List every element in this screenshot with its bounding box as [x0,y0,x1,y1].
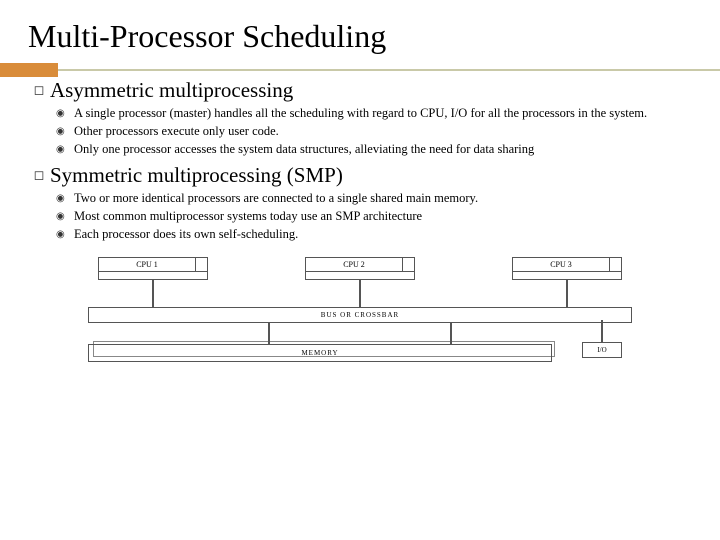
connector-line [450,323,452,345]
item-text: Only one processor accesses the system d… [74,141,534,157]
slide: Multi-Processor Scheduling ◻ Asymmetric … [0,0,720,362]
cpu-block: CPU 3 [512,257,622,308]
bus-connectors [88,323,632,345]
cpu-label: CPU 1 [98,257,196,272]
cpu-label: CPU 3 [512,257,610,272]
item-text: Most common multiprocessor systems today… [74,208,422,224]
sub-list: ◉ Two or more identical processors are c… [56,190,692,243]
bus-label: BUS OR CROSSBAR [88,307,632,323]
memory-row: MEMORY I/O [88,344,632,362]
item-text: Two or more identical processors are con… [74,190,478,206]
connector-line [601,320,603,342]
target-bullet-icon: ◉ [56,105,74,122]
list-item: ◉ Most common multiprocessor systems tod… [56,208,692,225]
cpu-side [610,257,622,272]
slide-title: Multi-Processor Scheduling [28,18,692,55]
cpu-side [403,257,415,272]
connector-line [152,280,154,308]
connector-line [359,280,361,308]
connector-line [268,323,270,345]
target-bullet-icon: ◉ [56,208,74,225]
connector-line [566,280,568,308]
list-item: ◉ Other processors execute only user cod… [56,123,692,140]
cpu-label: CPU 2 [305,257,403,272]
accent-bar [28,63,692,77]
item-text: A single processor (master) handles all … [74,105,647,121]
cpu-cache [98,272,208,280]
target-bullet-icon: ◉ [56,123,74,140]
section-heading: ◻ Asymmetric multiprocessing [28,77,692,103]
content: ◻ Asymmetric multiprocessing ◉ A single … [28,77,692,362]
heading-text: Asymmetric multiprocessing [50,77,293,103]
square-bullet-icon: ◻ [28,77,50,103]
heading-text: Symmetric multiprocessing (SMP) [50,162,343,188]
io-label: I/O [582,342,622,358]
cpu-cache [512,272,622,280]
target-bullet-icon: ◉ [56,226,74,243]
cpu-block: CPU 2 [305,257,415,308]
target-bullet-icon: ◉ [56,190,74,207]
memory-label: MEMORY [88,344,552,362]
section-heading: ◻ Symmetric multiprocessing (SMP) [28,162,692,188]
list-item: ◉ Two or more identical processors are c… [56,190,692,207]
cpu-cache [305,272,415,280]
cpu-side [196,257,208,272]
cpu-block: CPU 1 [98,257,208,308]
list-item: ◉ Only one processor accesses the system… [56,141,692,158]
target-bullet-icon: ◉ [56,141,74,158]
io-block: I/O [572,320,632,358]
list-item: ◉ Each processor does its own self-sched… [56,226,692,243]
square-bullet-icon: ◻ [28,162,50,188]
cpu-row: CPU 1 CPU 2 CPU 3 [88,257,632,308]
item-text: Each processor does its own self-schedul… [74,226,298,242]
item-text: Other processors execute only user code. [74,123,279,139]
smp-diagram: CPU 1 CPU 2 CPU 3 [88,257,632,362]
list-item: ◉ A single processor (master) handles al… [56,105,692,122]
sub-list: ◉ A single processor (master) handles al… [56,105,692,158]
